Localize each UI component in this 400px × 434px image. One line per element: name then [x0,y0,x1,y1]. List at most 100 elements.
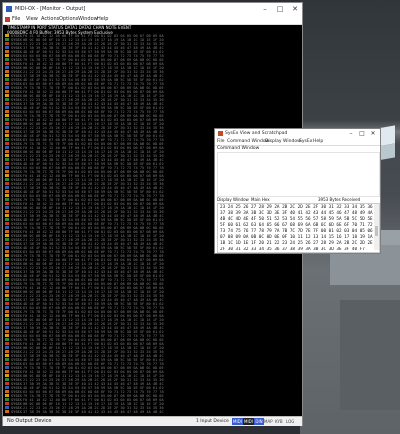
row-marker-icon [5,410,9,413]
row-marker-icon [5,54,9,57]
row-marker-icon [5,258,9,261]
sysex-menu-sysex[interactable]: SysEx [299,138,312,145]
row-marker-icon [5,102,9,105]
row-marker-icon [5,166,9,169]
row-marker-icon [5,118,9,121]
row-marker-icon [5,158,9,161]
row-marker-icon [5,70,9,73]
menu-window[interactable]: Window [78,15,98,24]
row-marker-icon [5,270,9,273]
row-marker-icon [5,222,9,225]
row-marker-icon [5,134,9,137]
row-marker-icon [5,90,9,93]
display-scrollbar[interactable] [374,204,379,250]
row-marker-icon [5,406,9,409]
row-marker-icon [5,198,9,201]
sysex-title-bar[interactable]: SysEx View and Scratchpad – □ ✕ [215,129,380,138]
row-marker-icon [5,314,9,317]
title-bar[interactable]: MIDI-OX - [Monitor - Output] – □ ✕ [3,3,302,15]
row-marker-icon [5,126,9,129]
row-marker-icon [5,62,9,65]
menu-view[interactable]: View [26,15,38,24]
row-marker-icon [5,154,9,157]
row-marker-icon [5,114,9,117]
row-marker-icon [5,366,9,369]
row-marker-icon [5,386,9,389]
row-marker-icon [5,46,9,49]
row-marker-icon [5,382,9,385]
row-marker-icon [5,338,9,341]
row-marker-icon [5,250,9,253]
window-title: MIDI-OX - [Monitor - Output] [15,6,86,12]
app-menu-icon[interactable] [5,17,10,22]
row-marker-icon [5,190,9,193]
menu-actions[interactable]: Actions [41,15,59,24]
row-marker-icon [5,146,9,149]
scrollbar-thumb[interactable] [375,226,378,236]
row-marker-icon [5,122,9,125]
row-marker-icon [5,86,9,89]
menu-bar: File View Actions Options Window Help [3,15,302,25]
row-marker-icon [5,150,9,153]
row-marker-icon [5,354,9,357]
output-device-status: No Output Device [7,418,52,424]
row-marker-icon [5,358,9,361]
row-marker-icon [5,186,9,189]
desktop-shape [340,300,400,410]
sysex-maximize-icon[interactable]: □ [357,129,367,138]
display-row: 2F 30 31 32 33 34 35 36 37 38 39 3A 3B 3… [220,247,365,250]
indicator-midi-in: MIDI [232,418,243,425]
row-marker-icon [5,106,9,109]
row-marker-icon [5,78,9,81]
row-marker-icon [5,230,9,233]
input-device-status: 1 Input Device [196,419,229,424]
row-marker-icon [5,206,9,209]
menu-help[interactable]: Help [97,15,108,24]
sysex-menu-file[interactable]: File [217,138,225,145]
status-bar: No Output Device 1 Input Device MIDI MID… [3,416,302,426]
sysex-window-title: SysEx View and Scratchpad [225,131,288,136]
row-marker-icon [5,282,9,285]
row-marker-icon [5,334,9,337]
row-marker-icon [5,278,9,281]
sysex-close-icon[interactable]: ✕ [368,129,378,138]
sysex-menu-bar: File Command Window Display Window SysEx… [215,138,380,146]
menu-file[interactable]: File [12,15,20,24]
sysex-menu-display-window[interactable]: Display Window [265,138,301,145]
row-marker-icon [5,302,9,305]
display-window[interactable]: 23 24 25 26 27 28 29 2A 2B 2C 2D 2E 2F 3… [217,203,380,253]
row-marker-icon [5,226,9,229]
row-marker-icon [5,242,9,245]
row-marker-icon [5,42,9,45]
close-icon[interactable]: ✕ [288,3,302,15]
minimize-icon[interactable]: – [258,3,272,15]
row-marker-icon [5,214,9,217]
indicator-map: MAP [264,419,273,424]
row-marker-icon [5,266,9,269]
sysex-minimize-icon[interactable]: – [346,129,356,138]
row-marker-icon [5,34,9,37]
monitor-row: SYSEX 37 38 39 3A 3B 3C 3D 3E 3F 40 41 42… [3,410,302,414]
row-marker-icon [5,370,9,373]
row-label: SYSEX [11,410,22,414]
sysex-menu-command-window[interactable]: Command Window [227,138,269,145]
sysex-menu-help[interactable]: Help [313,138,323,145]
row-marker-icon [5,66,9,69]
row-marker-icon [5,330,9,333]
row-marker-icon [5,246,9,249]
row-marker-icon [5,394,9,397]
row-marker-icon [5,218,9,221]
row-marker-icon [5,238,9,241]
row-marker-icon [5,174,9,177]
command-window-input[interactable] [217,152,380,197]
row-marker-icon [5,130,9,133]
row-marker-icon [5,262,9,265]
row-marker-icon [5,290,9,293]
row-marker-icon [5,170,9,173]
row-marker-icon [5,210,9,213]
menu-options[interactable]: Options [59,15,78,24]
maximize-icon[interactable]: □ [273,3,287,15]
row-marker-icon [5,298,9,301]
row-marker-icon [5,362,9,365]
row-marker-icon [5,50,9,53]
